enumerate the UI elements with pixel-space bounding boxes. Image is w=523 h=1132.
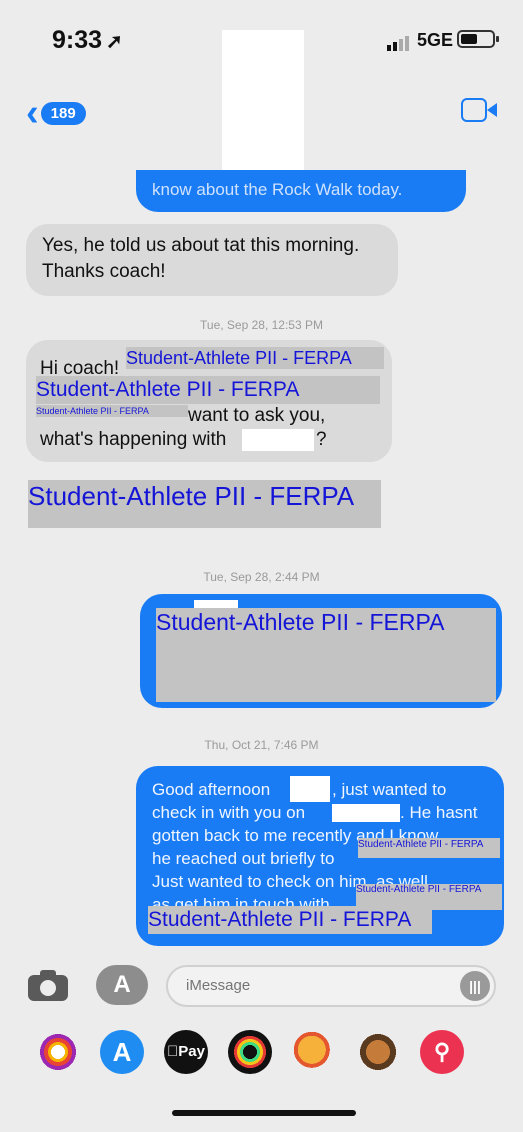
timestamp: Tue, Sep 28, 12:53 PM: [200, 318, 323, 332]
audio-record-icon[interactable]: |||: [460, 971, 490, 1001]
home-indicator[interactable]: [172, 1110, 356, 1116]
app-drawer: A Pay ⚲: [0, 1030, 523, 1082]
pii-redaction: Student-Athlete PII - FERPA: [36, 376, 380, 404]
apple-pay-icon[interactable]: Pay: [164, 1030, 208, 1074]
timestamp: Tue, Sep 28, 2:44 PM: [203, 570, 320, 584]
pii-redaction: Student-Athlete PII - FERPA: [126, 347, 384, 369]
pii-redaction: Student-Athlete PII - FERPA: [358, 838, 500, 858]
search-images-icon[interactable]: ⚲: [420, 1030, 464, 1074]
name-redaction: [242, 429, 314, 451]
network-type: 5GE: [416, 30, 453, 50]
battery-icon: [457, 30, 499, 48]
cellular-status: 5GE: [386, 30, 453, 51]
message-incoming[interactable]: Yes, he told us about tat this morning. …: [26, 224, 398, 296]
pii-redaction: Student-Athlete PII - FERPA: [28, 480, 381, 528]
signal-bars-icon: [386, 30, 411, 51]
chevron-left-icon: ‹: [26, 92, 39, 134]
message-field[interactable]: [186, 977, 446, 994]
name-redaction: [290, 776, 330, 802]
status-time: 9:33 ➚: [52, 26, 123, 54]
animoji-icon[interactable]: [356, 1030, 400, 1074]
app-store-app-icon[interactable]: A: [100, 1030, 144, 1074]
photos-app-icon[interactable]: [36, 1030, 80, 1074]
camera-icon[interactable]: [28, 969, 70, 1001]
location-arrow-icon: ➚: [106, 31, 123, 53]
pii-redaction: Student-Athlete PII - FERPA: [36, 405, 188, 417]
activity-app-icon[interactable]: [228, 1030, 272, 1074]
message-input[interactable]: |||: [166, 965, 496, 1007]
memoji-stickers-icon[interactable]: [292, 1030, 336, 1074]
name-redaction: [332, 804, 400, 822]
unread-count-badge: 189: [40, 101, 86, 125]
pii-redaction: Student-Athlete PII - FERPA: [148, 906, 432, 934]
back-button[interactable]: ‹ 189: [26, 94, 86, 132]
pii-redaction: Student-Athlete PII - FERPA: [156, 608, 496, 702]
contact-redaction: [222, 30, 304, 170]
timestamp: Thu, Oct 21, 7:46 PM: [204, 738, 319, 752]
message-outgoing[interactable]: know about the Rock Walk today.: [136, 170, 466, 212]
compose-bar: A |||: [0, 955, 523, 1035]
app-store-icon[interactable]: A: [96, 965, 148, 1005]
video-call-icon[interactable]: [461, 98, 497, 122]
